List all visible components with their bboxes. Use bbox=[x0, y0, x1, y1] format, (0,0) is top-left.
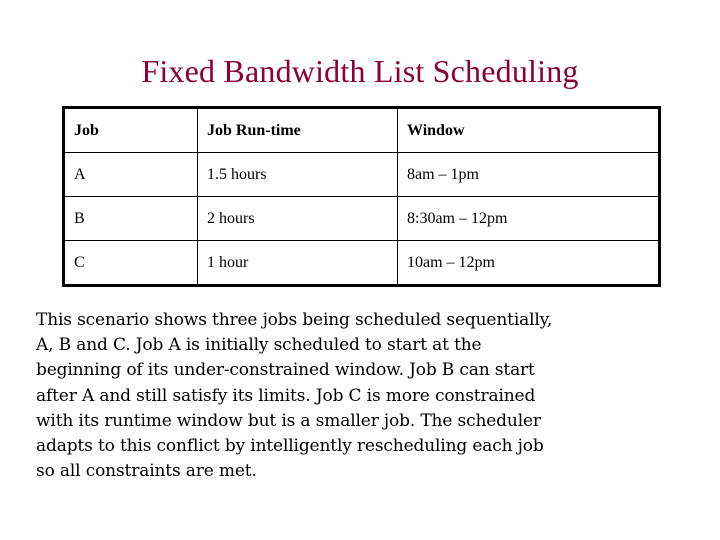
cell-job: C bbox=[63, 240, 198, 286]
body-paragraph: This scenario shows three jobs being sch… bbox=[36, 308, 696, 484]
body-line: beginning of its under-constrained windo… bbox=[36, 360, 535, 381]
body-line: This scenario shows three jobs being sch… bbox=[36, 310, 553, 330]
cell-runtime: 1.5 hours bbox=[197, 152, 398, 197]
cell-runtime: 1 hour bbox=[197, 240, 398, 286]
body-line: adapts to this conflict by intelligently… bbox=[36, 436, 544, 457]
cell-window: 10am – 12pm bbox=[397, 240, 660, 286]
page-title: Fixed Bandwidth List Scheduling bbox=[141, 53, 579, 90]
body-line: after A and still satisfy its limits. Jo… bbox=[36, 385, 536, 406]
column-header-window: Window bbox=[397, 107, 660, 153]
column-header-job: Job bbox=[63, 107, 198, 153]
body-line: with its runtime window but is a smaller… bbox=[36, 410, 541, 431]
column-header-runtime: Job Run-time bbox=[197, 107, 398, 153]
body-line: A, B and C. Job A is initially scheduled… bbox=[36, 335, 482, 356]
table-row: A 1.5 hours 8am – 1pm bbox=[63, 152, 660, 197]
job-schedule-table: Job Job Run-time Window A 1.5 hours 8am … bbox=[62, 106, 661, 287]
cell-window: 8:30am – 12pm bbox=[397, 196, 660, 241]
cell-job: A bbox=[63, 152, 198, 197]
body-line: so all constraints are met. bbox=[36, 461, 257, 482]
cell-window: 8am – 1pm bbox=[397, 152, 660, 197]
table-row: C 1 hour 10am – 12pm bbox=[63, 240, 660, 286]
table-row: B 2 hours 8:30am – 12pm bbox=[63, 196, 660, 241]
cell-job: B bbox=[63, 196, 198, 241]
table-header-row: Job Job Run-time Window bbox=[63, 107, 660, 153]
slide-canvas: Fixed Bandwidth List Scheduling Job Job … bbox=[0, 0, 720, 540]
cell-runtime: 2 hours bbox=[197, 196, 398, 241]
